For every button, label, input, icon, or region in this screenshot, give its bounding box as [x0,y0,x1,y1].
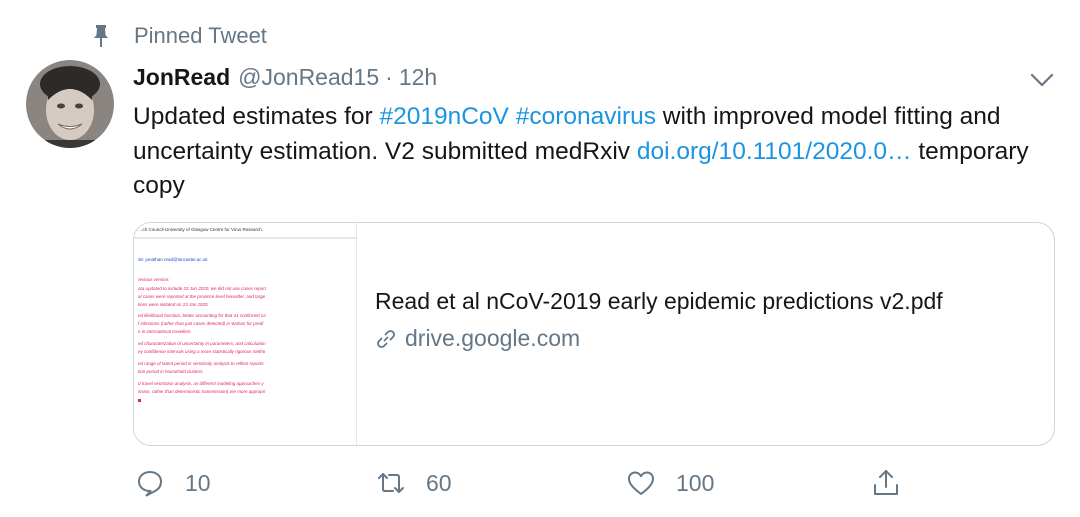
like-count: 100 [676,469,715,496]
thumb-line: ed likelihood function, better accountin… [138,313,266,318]
share-icon [874,470,898,495]
share-button[interactable] [871,463,901,503]
thumb-line: d travel restriction analysis, as differ… [138,381,264,386]
chevron-down-icon[interactable] [1028,66,1056,94]
link-icon [377,329,395,348]
tweet-actions: 10 60 100 [0,463,1080,503]
display-name[interactable]: JonRead [133,64,230,91]
thumb-line: tions were initiated on 23 Jan 2020. [138,302,209,307]
document-thumbnail: …ch Council-University of Glasgow Centre… [134,223,357,445]
avatar[interactable] [26,60,114,148]
hashtag-link[interactable]: #coronavirus [516,103,656,130]
like-button[interactable]: 100 [626,463,714,503]
card-domain: drive.google.com [375,325,1035,352]
retweet-button[interactable]: 60 [376,463,452,503]
pin-icon [94,25,108,47]
pinned-indicator: Pinned Tweet [92,20,267,52]
tweet-text-segment: Updated estimates for [133,103,380,130]
card-body: Read et al nCoV-2019 early epidemic pred… [375,285,1035,352]
thumb-line: ission, rather than deterministic transm… [138,389,266,394]
doi-link[interactable]: doi.org/10.1101/2020.0… [637,138,912,165]
retweet-count: 60 [426,469,452,496]
thumb-line: revious version: [138,277,170,282]
reply-count: 10 [185,469,211,496]
avatar-image [26,60,114,148]
tweet-header: JonRead @JonRead15 · 12h [133,64,437,91]
card-domain-text: drive.google.com [405,325,581,351]
hashtag-link[interactable]: #2019nCoV [379,103,508,130]
thumb-line: f infections (rather than just cases det… [138,321,264,326]
pinned-label: Pinned Tweet [134,23,267,48]
user-handle[interactable]: @JonRead15 [238,64,379,91]
thumb-line: ey confidence intervals using a more sta… [138,349,266,354]
thumb-line: al cases were reported at the province l… [138,294,266,299]
thumb-line: tion period in household clusters. [138,369,204,374]
thumb-line: de: jonathan.read@lancaster.ac.uk [138,257,208,262]
thumb-line: ed range of latent period in sensitivity… [138,361,264,366]
link-preview-card[interactable]: …ch Council-University of Glasgow Centre… [133,222,1055,446]
card-title: Read et al nCoV-2019 early epidemic pred… [375,288,943,314]
heart-icon [628,471,654,495]
tweet-timestamp[interactable]: 12h [399,64,437,91]
retweet-icon [378,473,404,493]
thumb-line: n in international travellers. [138,329,192,334]
tweet-text: Updated estimates for #2019nCoV #coronav… [133,100,1033,204]
thumb-line: ata updated to include 22 Jan 2020; we d… [138,286,267,291]
reply-icon [138,471,162,497]
tweet-text-segment [509,103,516,130]
reply-button[interactable]: 10 [135,463,211,503]
header-separator: · [385,64,393,90]
thumb-line: ed characterization of uncertainty in pa… [138,341,266,346]
thumb-line: …ch Council-University of Glasgow Centre… [138,227,263,232]
